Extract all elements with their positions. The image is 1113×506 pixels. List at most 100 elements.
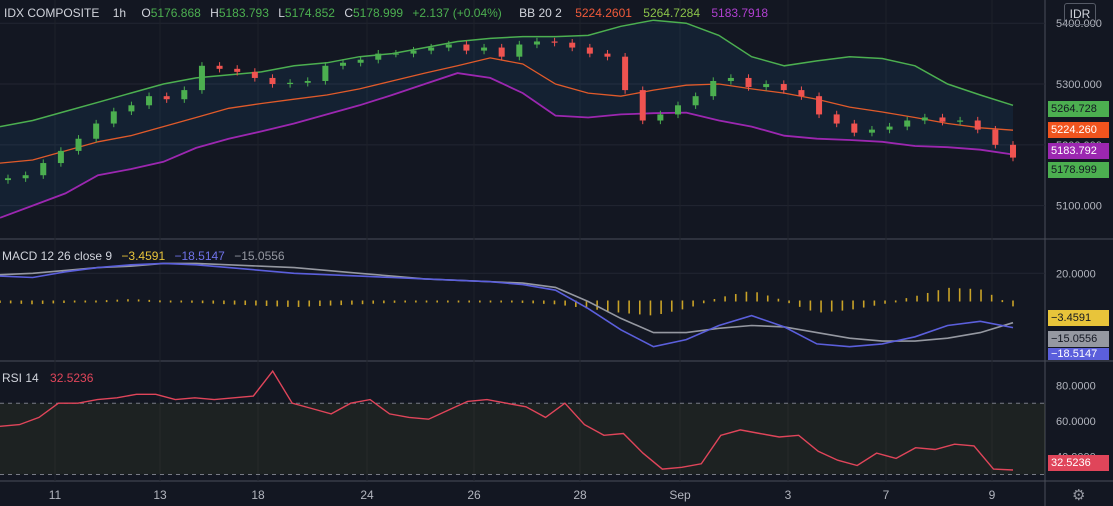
macd-histogram-bar: [127, 299, 129, 302]
macd-histogram-bar: [319, 300, 321, 307]
macd-histogram-bar: [756, 292, 758, 302]
macd-histogram-bar: [9, 300, 12, 304]
candle-body: [639, 90, 646, 121]
macd-histogram-bar: [361, 300, 364, 305]
candle-body: [322, 65, 329, 81]
macd-histogram-bar: [383, 300, 385, 304]
low-label: L: [278, 6, 285, 20]
macd-histogram-bar: [52, 300, 55, 304]
bb-lower-value: 5183.7918: [711, 6, 769, 20]
macd-histogram-bar: [287, 300, 289, 307]
price-tag-lower: 5183.792: [1048, 143, 1109, 159]
candle-body: [551, 41, 558, 43]
macd-histogram-bar: [340, 300, 343, 306]
macd-tag-macd: −18.5147: [1048, 348, 1109, 360]
macd-histogram-bar: [457, 300, 460, 303]
candle-body: [340, 62, 346, 66]
macd-histogram-bar: [724, 296, 726, 302]
rsi-band-fill: [0, 403, 1045, 475]
macd-histogram-bar: [169, 300, 172, 303]
candle-body: [392, 53, 399, 55]
currency-badge[interactable]: IDR: [1064, 3, 1096, 25]
macd-histogram-bar: [649, 300, 652, 316]
macd-histogram-bar: [798, 300, 801, 307]
candle-body: [498, 47, 505, 57]
time-axis-label: 3: [785, 488, 792, 502]
candle-body: [481, 47, 488, 51]
symbol-name[interactable]: IDX COMPOSITE: [4, 6, 99, 20]
macd-histogram-bar: [41, 300, 44, 304]
candle-body: [40, 163, 47, 176]
macd-histogram-bar: [564, 300, 566, 306]
candle-body: [357, 59, 364, 63]
macd-histogram-bar: [862, 300, 865, 308]
macd-histogram-bar: [137, 299, 140, 302]
macd-histogram-bar: [830, 300, 833, 312]
rsi-legend: RSI 14 32.5236: [2, 371, 97, 385]
price-tag-basis: 5224.260: [1048, 122, 1109, 138]
candle-body: [128, 105, 135, 112]
macd-histogram-bar: [233, 300, 236, 305]
candle-body: [269, 77, 276, 85]
candle-body: [5, 178, 11, 181]
macd-histogram-bar: [521, 300, 524, 303]
macd-histogram-bar: [212, 300, 215, 304]
macd-histogram-bar: [116, 299, 119, 302]
candle-body: [146, 96, 153, 106]
time-axis-label: 9: [989, 488, 996, 502]
candle-body: [163, 96, 170, 100]
candle-body: [974, 120, 981, 130]
macd-histogram-bar: [713, 299, 716, 302]
macd-histogram-bar: [852, 300, 854, 310]
candle-body: [234, 68, 241, 72]
candle-body: [216, 65, 223, 69]
open-label: O: [141, 6, 151, 20]
rsi-axis-label: 60.0000: [1056, 416, 1096, 428]
macd-histogram-bar: [105, 300, 108, 303]
macd-histogram-bar: [276, 300, 279, 307]
macd-histogram-bar: [308, 300, 311, 307]
macd-histogram-bar: [500, 300, 502, 303]
macd-histogram-bar: [809, 300, 812, 311]
macd-histogram-bar: [415, 300, 417, 303]
macd-histogram-bar: [692, 300, 694, 307]
macd-histogram-bar: [532, 300, 534, 304]
macd-histogram-bar: [244, 300, 247, 306]
macd-histogram-bar: [660, 300, 662, 314]
time-axis-label: 13: [153, 488, 167, 502]
time-axis-label: Sep: [669, 488, 691, 502]
candle-body: [692, 96, 699, 106]
macd-histogram-bar: [73, 300, 76, 303]
macd-histogram-bar: [937, 290, 940, 302]
macd-tag-hist: −3.4591: [1048, 310, 1109, 326]
candle-body: [657, 114, 664, 121]
candle-body: [939, 117, 946, 122]
bb-label[interactable]: BB 20 2: [519, 6, 562, 20]
candle-body: [22, 175, 29, 179]
candle-body: [375, 53, 382, 60]
macd-histogram-bar: [223, 300, 225, 305]
candle-body: [428, 47, 435, 51]
bb-upper-value: 5264.7284: [643, 6, 700, 20]
macd-histogram-bar: [191, 300, 193, 303]
macd-histogram-bar: [958, 288, 961, 302]
time-axis-label: 11: [49, 488, 62, 502]
candle-body: [622, 56, 629, 91]
candle-body: [181, 90, 188, 100]
rsi-label[interactable]: RSI 14: [2, 371, 39, 385]
interval[interactable]: 1h: [113, 6, 126, 20]
macd-histogram-bar: [543, 300, 545, 304]
candle-body: [304, 80, 311, 83]
macd-axis-label: 20.0000: [1056, 268, 1096, 280]
macd-histogram-bar: [255, 300, 257, 306]
macd-label[interactable]: MACD 12 26 close 9: [2, 249, 112, 263]
settings-gear-icon[interactable]: ⚙: [1072, 488, 1085, 503]
time-axis-label: 7: [883, 488, 890, 502]
price-axis-label: 5100.000: [1056, 201, 1102, 213]
macd-histogram-bar: [479, 300, 481, 303]
macd-histogram-bar: [617, 300, 620, 313]
macd-histogram-bar: [607, 300, 609, 312]
macd-histogram-bar: [297, 300, 300, 307]
macd-histogram-bar: [436, 300, 438, 303]
price-tag-close: 5178.999: [1048, 162, 1109, 178]
